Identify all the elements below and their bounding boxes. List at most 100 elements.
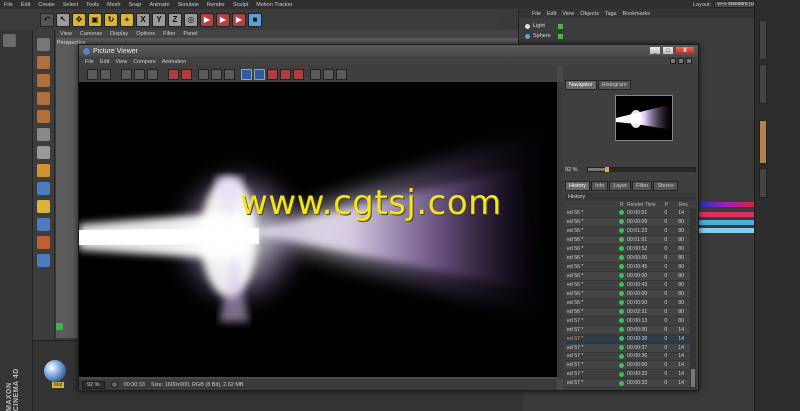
- zoom-slider[interactable]: [587, 167, 696, 172]
- material-swatch[interactable]: [44, 360, 66, 382]
- menu-item-panel[interactable]: Panel: [179, 31, 201, 37]
- history-row[interactable]: ed 57 * 00:00:00 0 14: [565, 361, 690, 371]
- color-bar[interactable]: [698, 220, 754, 225]
- render-view-icon[interactable]: ▶: [216, 12, 230, 27]
- menu-item-render[interactable]: Render: [203, 2, 229, 8]
- tab-navigator[interactable]: Navigator: [565, 80, 597, 90]
- history-row[interactable]: ed 56 * 00:00:00 0 80: [565, 271, 690, 281]
- menu-item-bookmarks[interactable]: Bookmarks: [619, 11, 653, 17]
- menu-item-tools[interactable]: Tools: [82, 2, 103, 8]
- history-row[interactable]: ed 55 * 00:00:51 0 14: [565, 209, 690, 218]
- layer-icon[interactable]: [37, 254, 50, 267]
- menu-item-display[interactable]: Display: [106, 31, 132, 37]
- rotate-icon[interactable]: ↻: [104, 12, 118, 27]
- edges-mode-icon[interactable]: [37, 92, 50, 105]
- symmetry-icon[interactable]: [37, 200, 50, 213]
- menu-item-view[interactable]: View: [559, 11, 577, 17]
- channel-blue-icon[interactable]: [293, 68, 304, 80]
- tab-filter[interactable]: Filter: [632, 181, 653, 191]
- side-tab[interactable]: [759, 20, 767, 60]
- history-row[interactable]: ed 56 * 00:00:43 0 80: [565, 281, 690, 290]
- grid-icon[interactable]: [134, 68, 145, 80]
- menu-item-edit[interactable]: Edit: [97, 59, 112, 65]
- menu-item-motion-tracker[interactable]: Motion Tracker: [252, 2, 296, 8]
- snap-icon[interactable]: [37, 164, 50, 177]
- scale-icon[interactable]: ▣: [88, 12, 102, 27]
- channel-green-icon[interactable]: [280, 68, 291, 80]
- menu-item-animation[interactable]: Animation: [159, 59, 189, 65]
- tab-stereo[interactable]: Stereo: [653, 181, 678, 191]
- lock-icon[interactable]: [37, 218, 50, 231]
- render-region-icon[interactable]: ▶: [200, 12, 214, 27]
- mode-icon[interactable]: [3, 34, 16, 47]
- maximize-button[interactable]: □: [662, 46, 674, 55]
- menu-item-sculpt[interactable]: Sculpt: [229, 2, 252, 8]
- axis-y-button[interactable]: Y: [152, 12, 166, 27]
- history-row[interactable]: ed 56 * 00:02:31 0 80: [565, 307, 690, 317]
- menu-item-options[interactable]: Options: [132, 31, 159, 37]
- menu-item-filter[interactable]: Filter: [159, 31, 179, 37]
- texture-mode-icon[interactable]: [37, 56, 50, 69]
- enable-check-icon[interactable]: [557, 33, 563, 39]
- picture-viewer-titlebar[interactable]: Picture Viewer _ □ X: [79, 45, 698, 57]
- menu-item-create[interactable]: Create: [34, 2, 59, 8]
- select-icon[interactable]: ↖: [56, 12, 70, 27]
- history-row[interactable]: ed 56 * 00:01:23 0 80: [565, 227, 690, 236]
- render-image[interactable]: [79, 82, 557, 377]
- sculpt-icon[interactable]: [37, 236, 50, 249]
- history-scroll-thumb[interactable]: [691, 369, 695, 387]
- history-row[interactable]: ed 56 * 00:01:01 0 80: [565, 235, 690, 245]
- history-scrollbar[interactable]: [690, 209, 696, 389]
- stereo-icon[interactable]: [323, 68, 334, 80]
- swap-icon[interactable]: [211, 68, 222, 80]
- axis-mode-icon[interactable]: [37, 128, 50, 141]
- color-bar[interactable]: [698, 228, 754, 233]
- history-row[interactable]: ed 56 * 00:00:00 0 80: [565, 253, 690, 263]
- move-icon[interactable]: ✥: [72, 12, 86, 27]
- enable-check-icon[interactable]: [557, 23, 563, 29]
- minimize-button[interactable]: _: [649, 46, 661, 55]
- status-zoom[interactable]: 92 %: [82, 380, 105, 389]
- history-row[interactable]: ed 56 * 00:00:52 0 80: [565, 245, 690, 254]
- menu-item-file[interactable]: File: [0, 2, 17, 8]
- menu-item-simulate[interactable]: Simulate: [174, 2, 203, 8]
- history-row[interactable]: ed 57 * 00:00:36 0 14: [565, 353, 690, 362]
- col-res[interactable]: Res: [679, 202, 691, 209]
- menu-item-view[interactable]: View: [56, 31, 76, 37]
- fullscreen-icon[interactable]: [678, 58, 684, 64]
- points-mode-icon[interactable]: [37, 74, 50, 87]
- tab-histogram[interactable]: Histogram: [597, 80, 631, 90]
- channel-rgb-icon[interactable]: [241, 68, 252, 80]
- menu-item-view[interactable]: View: [112, 59, 130, 65]
- history-row[interactable]: ed 57 * 00:00:00 0 14: [565, 325, 690, 335]
- history-row[interactable]: ed 57 * 00:00:33 0 14: [565, 370, 690, 380]
- navigator-thumbnail[interactable]: [615, 95, 673, 141]
- close-button[interactable]: X: [675, 46, 695, 55]
- undo-icon[interactable]: ↶: [40, 12, 54, 27]
- split-icon[interactable]: [224, 68, 235, 80]
- history-row[interactable]: ed 57 * 00:00:38 0 14: [565, 334, 690, 344]
- timeline-marker[interactable]: [56, 323, 63, 330]
- region-icon[interactable]: [147, 68, 158, 80]
- tab-layer[interactable]: Layer: [609, 181, 632, 191]
- menu-item-cameras[interactable]: Cameras: [76, 31, 106, 37]
- color-bar[interactable]: [698, 212, 754, 217]
- col-name[interactable]: [565, 202, 620, 209]
- axis-z-button[interactable]: Z: [168, 12, 182, 27]
- zoom-slider-knob[interactable]: [605, 167, 610, 172]
- render-icon[interactable]: [168, 68, 179, 80]
- render-picture-viewer-icon[interactable]: ▶: [232, 12, 246, 27]
- col-render-time[interactable]: Render Time: [627, 202, 665, 209]
- polygons-mode-icon[interactable]: [37, 110, 50, 123]
- model-mode-icon[interactable]: [37, 38, 50, 51]
- channel-alpha-icon[interactable]: [254, 68, 265, 80]
- pin-icon[interactable]: [686, 58, 692, 64]
- menu-item-tags[interactable]: Tags: [602, 11, 620, 17]
- menu-item-file[interactable]: File: [82, 59, 97, 65]
- channel-red-icon[interactable]: [267, 68, 278, 80]
- history-row[interactable]: ed 57 * 00:00:33 0 14: [565, 379, 690, 389]
- history-row[interactable]: ed 57 * 00:00:13 0 80: [565, 317, 690, 326]
- axis-x-button[interactable]: X: [136, 12, 150, 27]
- menu-item-animate[interactable]: Animate: [145, 2, 173, 8]
- menu-item-file[interactable]: File: [529, 11, 544, 17]
